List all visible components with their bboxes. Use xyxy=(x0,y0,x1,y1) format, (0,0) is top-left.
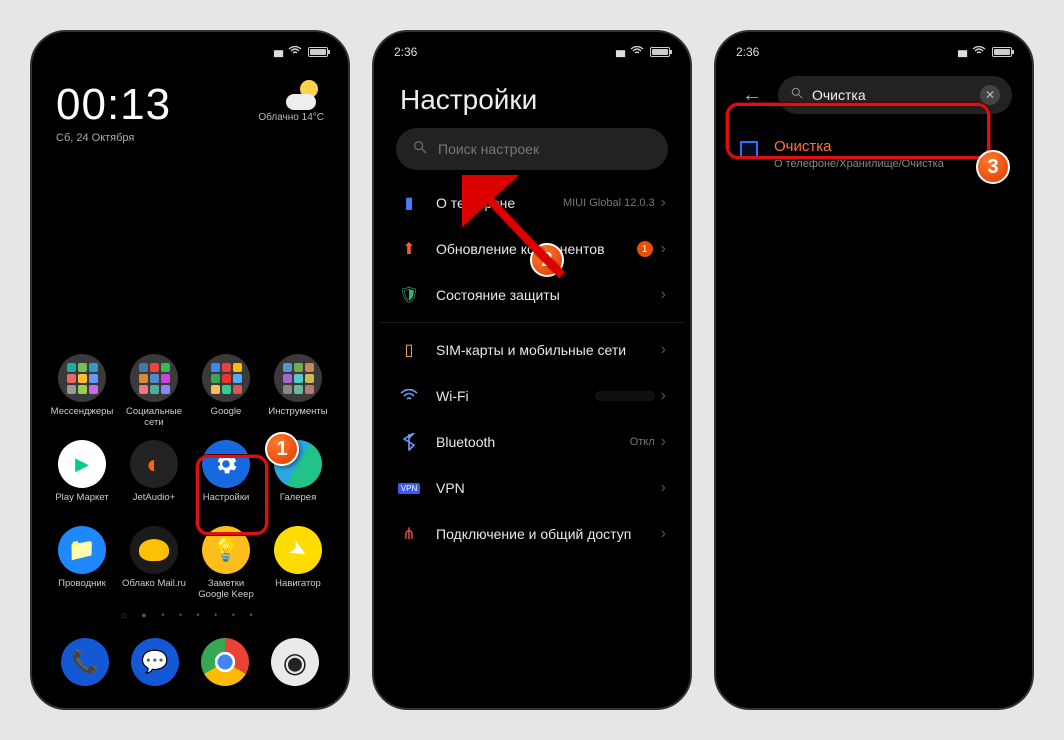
chevron-right-icon: › xyxy=(661,240,666,258)
battery-icon xyxy=(650,47,670,57)
wifi-icon xyxy=(630,45,644,59)
folder-google[interactable]: Google xyxy=(190,348,262,434)
row-label: VPN xyxy=(436,479,661,497)
status-bar: 2:36 xyxy=(722,38,1026,66)
signal-icon xyxy=(957,45,966,59)
app-label: Навигатор xyxy=(275,578,321,600)
home-date: Сб, 24 Октября xyxy=(56,132,171,144)
signal-icon xyxy=(615,45,624,59)
chevron-right-icon: › xyxy=(661,194,666,212)
folder-tools[interactable]: Инструменты xyxy=(262,348,334,434)
row-side: MIUI Global 12.0.3 xyxy=(563,197,655,209)
clear-button[interactable]: ✕ xyxy=(980,85,1000,105)
home-clock: 00:13 xyxy=(56,80,171,130)
wifi-icon xyxy=(972,45,986,59)
chevron-right-icon: › xyxy=(661,433,666,451)
wifi-icon xyxy=(288,45,302,59)
phone-settings: 2:36 Настройки Поиск настроек ▮ О телефо… xyxy=(372,30,692,710)
wifi-ssid-redacted xyxy=(595,391,655,401)
folder-messengers[interactable]: Мессенджеры xyxy=(46,348,118,434)
app-label: Галерея xyxy=(280,492,316,514)
chevron-right-icon: › xyxy=(661,341,666,359)
battery-icon xyxy=(308,47,328,57)
app-label: Заметки Google Keep xyxy=(192,578,260,600)
folder-label: Google xyxy=(211,406,242,428)
update-icon: ⬆ xyxy=(398,238,420,260)
row-bluetooth[interactable]: Bluetooth Откл › xyxy=(380,419,684,465)
phone-home: 00:13 Сб, 24 Октября Облачно 14°C xyxy=(30,30,350,710)
row-label: Состояние защиты xyxy=(436,286,661,304)
weather-widget[interactable]: Облачно 14°C xyxy=(258,80,324,123)
row-label: Подключение и общий доступ xyxy=(436,525,661,543)
row-label: Bluetooth xyxy=(436,433,630,451)
share-icon: ⋔ xyxy=(398,523,420,545)
navigator-icon xyxy=(274,526,322,574)
app-explorer[interactable]: Проводник xyxy=(46,520,118,606)
phone-icon: ▮ xyxy=(398,192,420,214)
folder-label: Социальные сети xyxy=(120,406,188,428)
play-icon xyxy=(58,440,106,488)
page-indicator: ⌂ ● • • • • • • xyxy=(46,606,334,624)
chevron-right-icon: › xyxy=(661,525,666,543)
row-sim-networks[interactable]: ▯ SIM-карты и мобильные сети › xyxy=(380,327,684,373)
bluetooth-icon xyxy=(398,431,420,453)
search-icon xyxy=(790,86,804,105)
status-time: 2:36 xyxy=(736,45,766,59)
sim-icon: ▯ xyxy=(398,339,420,361)
weather-icon xyxy=(286,80,324,110)
dock-phone[interactable] xyxy=(61,638,109,686)
app-mailru-cloud[interactable]: Облако Mail.ru xyxy=(118,520,190,606)
chevron-right-icon: › xyxy=(661,479,666,497)
row-label: О телефоне xyxy=(436,194,563,212)
notification-badge: 1 xyxy=(637,241,653,257)
row-vpn[interactable]: VPN VPN › xyxy=(380,465,684,511)
dock-messages[interactable] xyxy=(131,638,179,686)
search-value: Очистка xyxy=(812,87,980,103)
app-label: Облако Mail.ru xyxy=(122,578,186,600)
app-jetaudio[interactable]: JetAudio+ xyxy=(118,434,190,520)
mailru-icon xyxy=(130,526,178,574)
shield-icon: 🛡 xyxy=(398,284,420,306)
dock-camera[interactable] xyxy=(271,638,319,686)
row-label: SIM-карты и мобильные сети xyxy=(436,341,661,359)
step-badge-1: 1 xyxy=(265,432,299,466)
folder-social[interactable]: Социальные сети xyxy=(118,348,190,434)
dock-chrome[interactable] xyxy=(201,638,249,686)
app-play-market[interactable]: Play Маркет xyxy=(46,434,118,520)
row-about-phone[interactable]: ▮ О телефоне MIUI Global 12.0.3 › xyxy=(380,180,684,226)
vpn-icon: VPN xyxy=(398,477,420,499)
row-security-status[interactable]: 🛡 Состояние защиты › xyxy=(380,272,684,318)
row-side: Откл xyxy=(630,436,655,448)
status-bar: 2:36 xyxy=(380,38,684,66)
folder-icon xyxy=(58,526,106,574)
battery-icon xyxy=(992,47,1012,57)
chevron-right-icon: › xyxy=(661,286,666,304)
step-badge-2: 2 xyxy=(530,243,564,277)
status-time: 2:36 xyxy=(394,45,424,59)
row-connection-sharing[interactable]: ⋔ Подключение и общий доступ › xyxy=(380,511,684,557)
settings-title: Настройки xyxy=(380,66,684,128)
row-label: Wi-Fi xyxy=(436,387,595,405)
dock xyxy=(38,632,342,692)
settings-search[interactable]: Поиск настроек xyxy=(396,128,668,170)
app-label: JetAudio+ xyxy=(133,492,176,514)
app-navigator[interactable]: Навигатор xyxy=(262,520,334,606)
step-badge-3: 3 xyxy=(976,150,1010,184)
status-bar xyxy=(38,38,342,66)
folder-label: Мессенджеры xyxy=(51,406,114,428)
jetaudio-icon xyxy=(130,440,178,488)
app-label: Проводник xyxy=(58,578,106,600)
app-label: Play Маркет xyxy=(55,492,108,514)
highlight-settings-app xyxy=(196,455,268,535)
row-wifi[interactable]: Wi-Fi › xyxy=(380,373,684,419)
weather-text: Облачно 14°C xyxy=(258,112,324,123)
search-placeholder: Поиск настроек xyxy=(438,141,539,157)
chevron-right-icon: › xyxy=(661,387,666,405)
search-icon xyxy=(412,139,428,160)
wifi-row-icon xyxy=(398,385,420,407)
folder-label: Инструменты xyxy=(268,406,327,428)
highlight-search-result xyxy=(726,103,990,159)
result-path: О телефоне/Хранилище/Очистка xyxy=(774,158,944,170)
signal-icon xyxy=(273,45,282,59)
